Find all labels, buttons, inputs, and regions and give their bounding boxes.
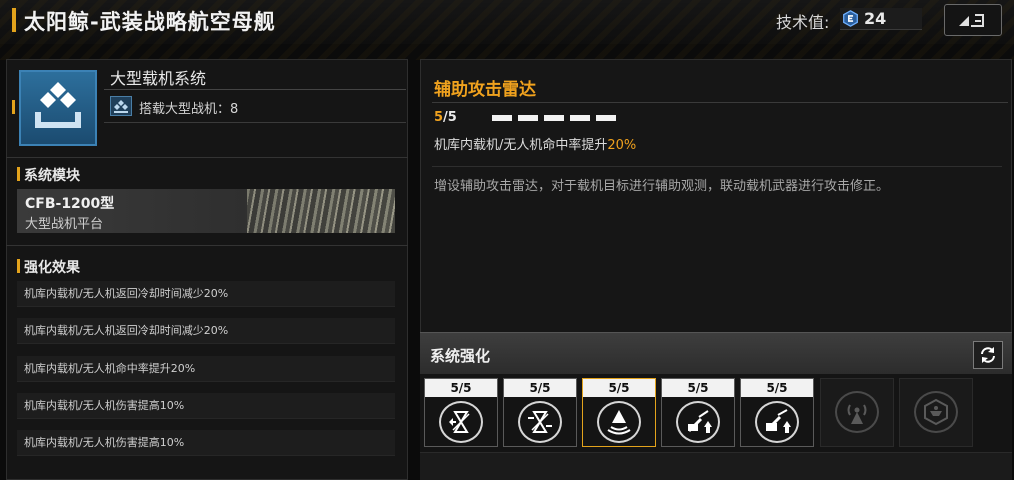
slot-level: 5/5 — [662, 379, 734, 397]
page-title: 太阳鲸-武装战略航空母舰 — [24, 10, 276, 34]
divider — [432, 102, 1008, 103]
divider — [432, 166, 1002, 167]
slot-level: 5/5 — [504, 379, 576, 397]
effect-item: 机库内载机/无人机伤害提高10% — [17, 393, 395, 419]
enhancement-slot-selected[interactable]: 5/5 — [582, 378, 656, 447]
level-bar-segment — [544, 115, 564, 121]
shield-drone-icon — [914, 391, 958, 433]
slot-level: 5/5 — [741, 379, 813, 397]
carrier-count: 8 — [230, 102, 239, 117]
tech-value-box: 24 — [840, 8, 922, 30]
cannon-up-icon — [676, 401, 720, 443]
effect-item: 机库内载机/无人机命中率提升20% — [17, 356, 395, 382]
level-bar-segment — [596, 115, 616, 121]
effect-item: 机库内载机/无人机伤害提高10% — [17, 430, 395, 456]
enhancement-header — [420, 332, 1012, 374]
level-indicator: 5/5 — [434, 110, 457, 125]
module-section-title: 系统模块 — [24, 168, 80, 184]
level-max: /5 — [443, 110, 457, 125]
selection-marker — [12, 100, 15, 114]
level-bar-segment — [518, 115, 538, 121]
detail-description: 增设辅助攻击雷达，对于载机目标进行辅助观测，联动载机武器进行攻击修正。 — [434, 179, 890, 194]
section-accent — [17, 167, 20, 181]
module-ship-image — [247, 189, 395, 233]
tech-label: 技术值: — [776, 13, 830, 32]
effect-prefix: 机库内载机/无人机命中率提升 — [434, 138, 608, 153]
level-bar-segment — [570, 115, 590, 121]
divider — [6, 157, 408, 158]
enhancement-slot-locked[interactable] — [820, 378, 894, 447]
level-bars — [492, 115, 616, 121]
effect-item: 机库内载机/无人机返回冷却时间减少20% — [17, 318, 395, 344]
slot-level: 5/5 — [583, 379, 655, 397]
carrier-capacity: 搭载大型战机：8 — [139, 98, 238, 117]
system-name: 大型载机系统 — [110, 69, 207, 88]
hourglass-return-icon — [439, 401, 483, 443]
effect-value: 20% — [607, 138, 637, 153]
module-desc: 大型战机平台 — [25, 217, 104, 232]
enhancement-slot[interactable]: 5/5 — [661, 378, 735, 447]
enhancement-title: 系统强化 — [430, 347, 491, 365]
module-code: CFB-1200型 — [25, 196, 115, 212]
title-accent — [12, 8, 16, 32]
effects-section-title: 强化效果 — [24, 260, 80, 276]
slot-level: 5/5 — [425, 379, 497, 397]
level-current: 5 — [434, 110, 444, 125]
enhancement-footer — [420, 452, 1012, 480]
section-accent — [17, 259, 20, 273]
refresh-button[interactable] — [973, 341, 1003, 369]
enhancement-slot[interactable]: 5/5 — [503, 378, 577, 447]
enhancement-slot[interactable]: 5/5 — [424, 378, 498, 447]
module-card[interactable]: CFB-1200型 大型战机平台 — [17, 189, 395, 233]
carrier-label: 搭载大型战机： — [139, 102, 231, 117]
level-effect: 机库内载机/无人机命中率提升20% — [434, 134, 636, 153]
system-icon-box[interactable] — [19, 70, 97, 146]
signal-tower-icon — [835, 391, 879, 433]
divider — [6, 245, 408, 246]
divider — [104, 89, 406, 90]
cannon-up-alt-icon — [755, 401, 799, 443]
effect-item: 机库内载机/无人机返回冷却时间减少20% — [17, 281, 395, 307]
refresh-icon — [981, 347, 995, 363]
enhancement-slot-locked[interactable] — [899, 378, 973, 447]
back-button[interactable] — [944, 4, 1002, 36]
tech-value: 24 — [864, 9, 887, 28]
hourglass-cooldown-icon — [518, 401, 562, 443]
carrier-system-icon — [35, 82, 81, 128]
enhancement-slot[interactable]: 5/5 — [740, 378, 814, 447]
divider — [104, 122, 406, 123]
level-bar-segment — [492, 115, 512, 121]
carrier-icon — [110, 96, 132, 116]
tech-point-icon — [843, 10, 858, 27]
detail-title: 辅助攻击雷达 — [434, 80, 536, 100]
radar-cone-icon — [597, 401, 641, 443]
back-icon — [959, 14, 984, 27]
